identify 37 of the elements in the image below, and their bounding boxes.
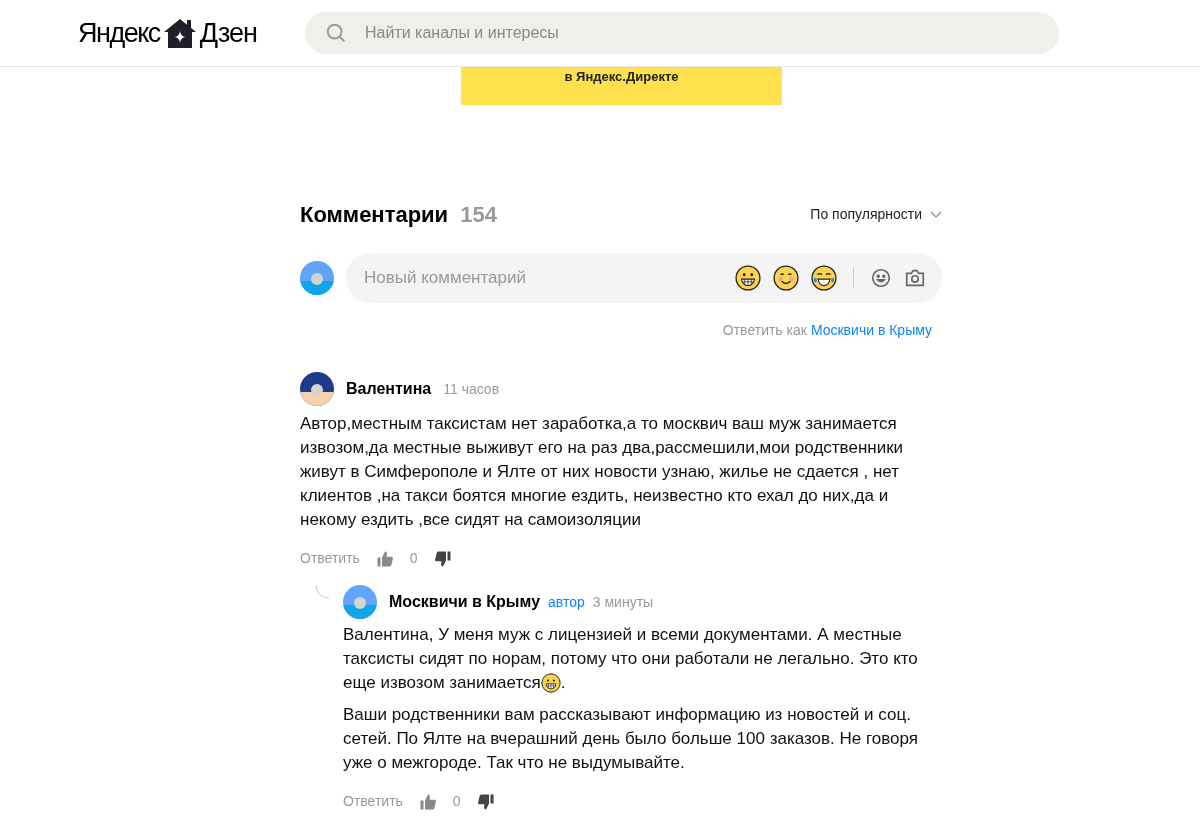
section-title: Комментарии [300, 201, 449, 229]
comment-count: 154 [460, 201, 497, 229]
thumbs-up-icon[interactable] [375, 549, 394, 568]
camera-icon[interactable] [904, 267, 926, 289]
reply-connector [315, 585, 329, 599]
like-count: 0 [409, 549, 418, 568]
comment-time: 11 часов [443, 379, 500, 399]
grinning-face-icon [735, 265, 761, 291]
house-icon [162, 17, 197, 49]
thumbs-up-icon[interactable] [418, 792, 437, 811]
avatar[interactable] [300, 372, 334, 406]
comment-text: еще извозом занимается [343, 672, 541, 694]
ad-banner[interactable]: в Яндекс.Директе [461, 67, 782, 105]
search-icon [325, 22, 347, 44]
like-count: 0 [452, 792, 461, 811]
banner-text: в Яндекс.Директе [564, 68, 679, 86]
thumbs-down-icon[interactable] [433, 549, 452, 568]
author-name[interactable]: Валентина [346, 377, 432, 401]
tears-of-joy-icon[interactable] [811, 265, 837, 291]
author-name[interactable]: Москвичи в Крыму [389, 590, 541, 614]
author-tag: автор [548, 591, 585, 613]
comment-text: Автор,местным таксистам нет заработка,а то москвич ваш муж занимается извозом,да местные выживут его на раз два,рассмешили,мои родственники живут в Симферополе и Ялте от них новости узнаю, жилье не сдается , нет клиентов ,на такси боятся многие ездить, неизвестно кто ехал до них,да и некому ездить ,все сидят на самоизоляции [300, 413, 905, 531]
grinning-face-icon [540, 673, 561, 693]
sort-dropdown[interactable]: По популярности [810, 204, 942, 225]
reply-as-label: Ответить как [722, 321, 807, 340]
thumbs-down-icon[interactable] [476, 792, 495, 811]
logo-text: Яндекс [78, 16, 160, 50]
smiling-face-icon[interactable] [773, 265, 799, 291]
comment-text: . [560, 672, 566, 694]
comment-input[interactable]: Новый комментарий [346, 253, 942, 303]
search-field[interactable]: Найти каналы и интересы [305, 12, 1059, 54]
comment-text: Ваши родственники вам рассказывают информацию из новостей и соц. сетей. По Ялте на вчерашний день было больше 100 заказов. Не говоря уже о межгороде. Так что не выдумывайте. [343, 704, 919, 774]
logo-text: Дзен [199, 16, 257, 50]
comment-time: 3 минуты [592, 592, 654, 612]
channel-link[interactable]: Москвичи в Крыму [810, 320, 942, 341]
smiley-icon[interactable] [870, 267, 892, 289]
chevron-down-icon [930, 210, 942, 219]
